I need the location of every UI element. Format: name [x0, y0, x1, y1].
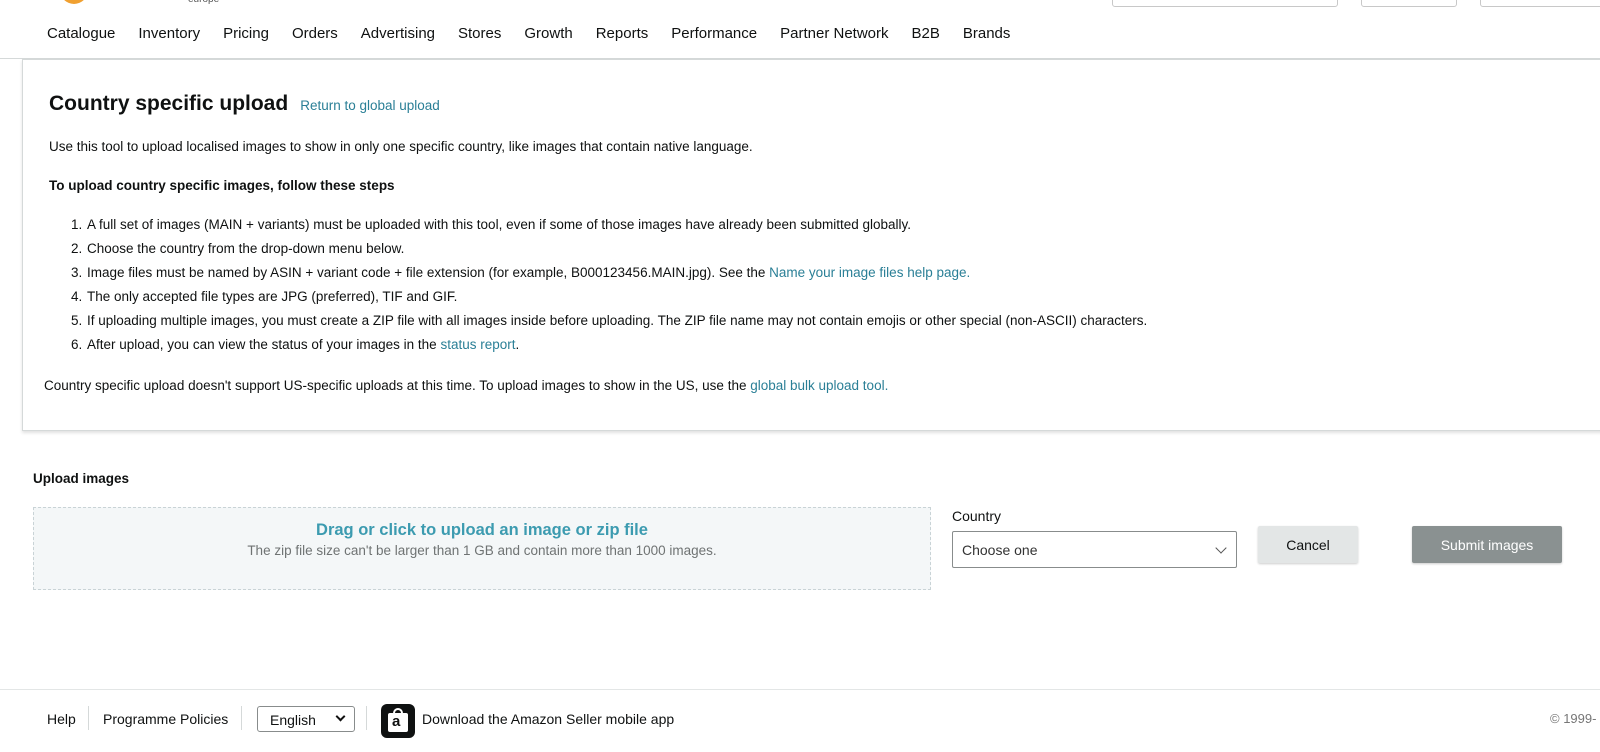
nav-item-brands[interactable]: Brands	[963, 25, 1011, 42]
title-row: Country specific upload Return to global…	[49, 92, 440, 116]
step-item: 3. Image files must be named by ASIN + va…	[71, 265, 971, 280]
intro-text: Use this tool to upload localised images…	[49, 139, 753, 154]
step-item: 1. A full set of images (MAIN + variants)…	[71, 217, 912, 232]
step-item: 4. The only accepted file types are JPG (…	[71, 289, 458, 304]
copyright-text: © 1999-	[1550, 711, 1597, 726]
footer: Help Programme Policies English a Downlo…	[0, 689, 1600, 752]
nav-item-performance[interactable]: Performance	[671, 25, 757, 42]
file-dropzone[interactable]: Drag or click to upload an image or zip …	[33, 507, 931, 590]
chevron-down-icon	[335, 711, 346, 722]
name-image-files-help-link[interactable]: Name your image files help page.	[769, 265, 970, 280]
seller-app-icon[interactable]: a	[381, 704, 415, 738]
submit-images-button[interactable]: Submit images	[1412, 526, 1562, 563]
country-select-value: Choose one	[962, 542, 1038, 558]
return-to-global-upload-link[interactable]: Return to global upload	[300, 98, 440, 113]
page-title: Country specific upload	[49, 92, 289, 115]
footer-help-link[interactable]: Help	[47, 711, 76, 727]
us-note: Country specific upload doesn't support …	[44, 378, 889, 393]
language-select[interactable]: English	[257, 706, 355, 732]
chevron-down-icon	[1215, 542, 1227, 554]
nav-item-pricing[interactable]: Pricing	[223, 25, 269, 42]
step-item: 5. If uploading multiple images, you must…	[71, 313, 1148, 328]
instructions-panel: Country specific upload Return to global…	[22, 59, 1600, 431]
global-bulk-upload-link[interactable]: global bulk upload tool.	[750, 378, 888, 393]
logo-smile-icon	[60, 0, 88, 4]
header-language-box[interactable]	[1361, 0, 1457, 7]
dropzone-title: Drag or click to upload an image or zip …	[316, 521, 648, 539]
country-label: Country	[952, 508, 1002, 524]
nav-item-growth[interactable]: Growth	[524, 25, 572, 42]
dropzone-subtitle: The zip file size can't be larger than 1…	[247, 543, 717, 558]
footer-divider	[88, 706, 89, 730]
steps-list: 1. A full set of images (MAIN + variants)…	[71, 217, 1148, 361]
upload-images-heading: Upload images	[33, 471, 130, 486]
steps-title: To upload country specific images, follo…	[49, 178, 395, 193]
header-search-box[interactable]	[1112, 0, 1338, 7]
nav-item-inventory[interactable]: Inventory	[138, 25, 200, 42]
footer-programme-policies-link[interactable]: Programme Policies	[103, 711, 228, 727]
nav-item-stores[interactable]: Stores	[458, 25, 501, 42]
footer-divider	[241, 706, 242, 730]
status-report-link[interactable]: status report	[440, 337, 515, 352]
country-select[interactable]: Choose one	[952, 531, 1237, 568]
nav-item-partner-network[interactable]: Partner Network	[780, 25, 888, 42]
logo-subtext: europe	[188, 0, 219, 5]
nav-item-b2b[interactable]: B2B	[912, 25, 940, 42]
language-select-value: English	[270, 712, 316, 728]
nav-item-reports[interactable]: Reports	[596, 25, 649, 42]
nav-item-advertising[interactable]: Advertising	[361, 25, 435, 42]
nav-item-orders[interactable]: Orders	[292, 25, 338, 42]
step-item: 2. Choose the country from the drop-down …	[71, 241, 405, 256]
footer-divider	[366, 706, 367, 730]
nav-item-catalogue[interactable]: Catalogue	[47, 25, 115, 42]
download-seller-app-link[interactable]: Download the Amazon Seller mobile app	[422, 711, 674, 727]
main-nav: Catalogue Inventory Pricing Orders Adver…	[0, 8, 1600, 59]
step-item: 6. After upload, you can view the status …	[71, 337, 520, 352]
header-account-box[interactable]	[1480, 0, 1600, 7]
top-header-strip: europe	[0, 0, 1600, 8]
cancel-button[interactable]: Cancel	[1258, 526, 1358, 563]
